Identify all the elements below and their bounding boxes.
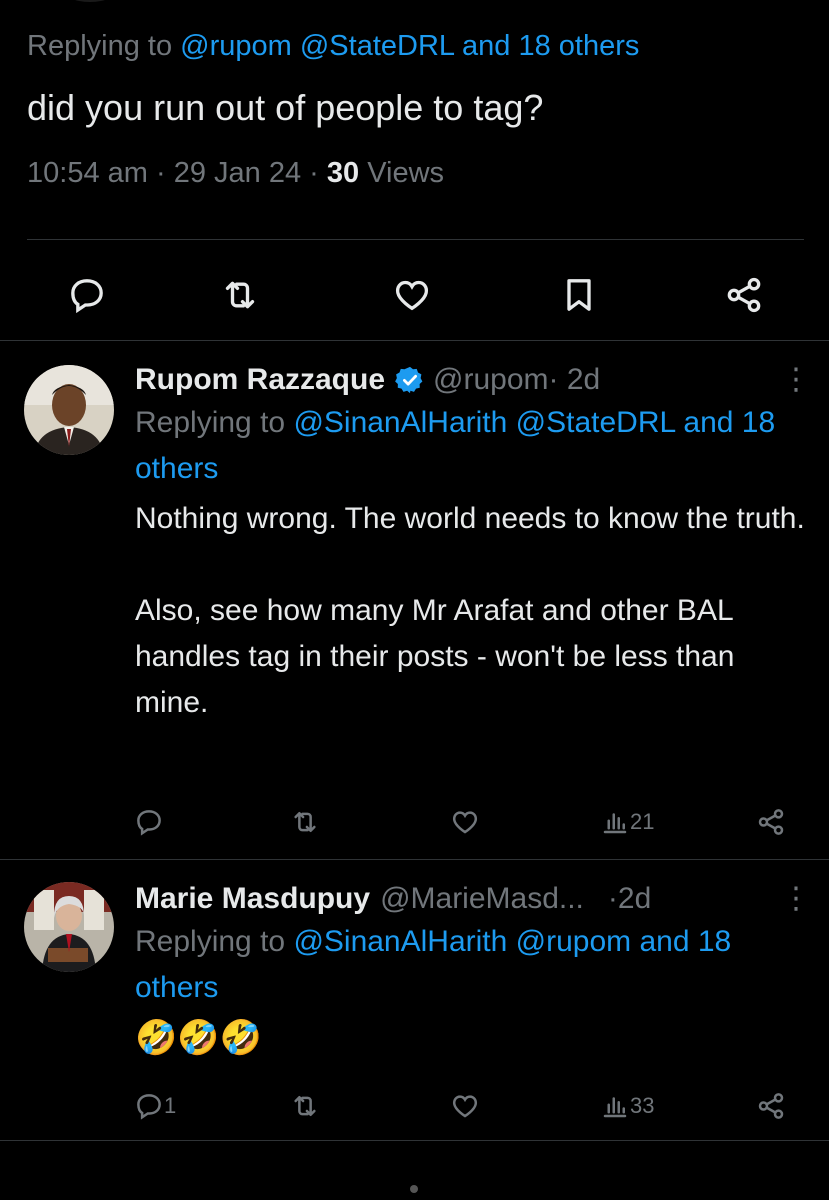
like-button[interactable]: [450, 802, 480, 842]
reply-icon: [137, 1094, 161, 1120]
retweet-button[interactable]: [290, 1086, 320, 1126]
reply-actions: 1 33: [0, 1086, 829, 1126]
retweet-icon: [294, 1096, 316, 1116]
share-icon: [727, 277, 761, 313]
more-icon[interactable]: ⋮: [781, 881, 811, 916]
divider: [0, 1140, 829, 1141]
reply-actions: 21: [0, 802, 829, 842]
display-name[interactable]: Marie Masdupuy: [135, 881, 370, 917]
reply-header: Marie Masdupuy @MarieMasd... ·2d: [135, 881, 815, 917]
views-count: 21: [630, 809, 655, 834]
views-icon: [603, 813, 627, 834]
views-button[interactable]: 21: [600, 802, 654, 842]
avatar[interactable]: [24, 365, 114, 455]
reply-time: ·2d: [607, 882, 652, 915]
divider: [0, 859, 829, 860]
bookmark-button[interactable]: [551, 267, 607, 323]
reply-icon: [71, 279, 103, 314]
replying-to: Replying to @rupom @StateDRL and 18 othe…: [27, 30, 640, 62]
like-button[interactable]: [450, 1086, 480, 1126]
like-button[interactable]: [384, 267, 440, 323]
views-button[interactable]: 33: [600, 1086, 654, 1126]
reply-header: Rupom Razzaque @rupom · 2d: [135, 362, 815, 398]
previous-avatar-edge: [60, 0, 120, 2]
retweet-icon: [225, 281, 255, 309]
reply-text: Nothing wrong. The world needs to know t…: [135, 502, 805, 719]
tweet-actions: [0, 267, 829, 323]
more-icon[interactable]: ⋮: [781, 362, 811, 397]
share-button[interactable]: [756, 802, 786, 842]
retweet-button[interactable]: [212, 267, 268, 323]
replying-to: Replying to @SinanAlHarith @StateDRL and…: [135, 406, 776, 485]
avatar[interactable]: [24, 882, 114, 972]
divider: [27, 239, 804, 240]
like-icon: [452, 811, 478, 834]
divider: [0, 340, 829, 341]
scroll-indicator: [410, 1185, 418, 1193]
reply-text: 🤣🤣🤣: [135, 1019, 263, 1057]
views-icon: [603, 1097, 627, 1118]
handle[interactable]: @MarieMasd...: [380, 881, 584, 917]
reply-time: · 2d: [548, 363, 601, 396]
reply-icon: [137, 810, 161, 836]
views-count: 33: [630, 1093, 655, 1118]
share-icon: [758, 809, 784, 835]
replying-to: Replying to @SinanAlHarith @rupom and 18…: [135, 925, 732, 1004]
like-icon: [395, 280, 429, 311]
share-button[interactable]: [756, 1086, 786, 1126]
share-button[interactable]: [716, 267, 772, 323]
views-count: 30: [326, 157, 360, 189]
verified-icon: [395, 366, 423, 394]
retweet-icon: [294, 812, 316, 832]
bookmark-icon: [567, 279, 591, 311]
tweet-date[interactable]: 29 Jan 24: [174, 157, 301, 189]
tweet-meta: 10:54 am · 29 Jan 24 · 30 Views: [27, 157, 445, 189]
reply-count: 1: [164, 1093, 177, 1118]
main-tweet: Replying to @rupom @StateDRL and 18 othe…: [27, 28, 807, 191]
share-icon: [758, 1093, 784, 1119]
handle[interactable]: @rupom: [433, 362, 549, 398]
views-label: Views: [359, 157, 445, 189]
display-name[interactable]: Rupom Razzaque: [135, 362, 385, 398]
replying-handles-link[interactable]: @rupom @StateDRL and 18 others: [180, 30, 639, 62]
reply-button[interactable]: [59, 267, 115, 323]
reply-button[interactable]: [134, 802, 164, 842]
retweet-button[interactable]: [290, 802, 320, 842]
tweet-text: did you run out of people to tag?: [27, 87, 544, 128]
like-icon: [452, 1095, 478, 1118]
tweet-time[interactable]: 10:54 am: [27, 157, 148, 189]
reply-button[interactable]: 1: [134, 1086, 176, 1126]
